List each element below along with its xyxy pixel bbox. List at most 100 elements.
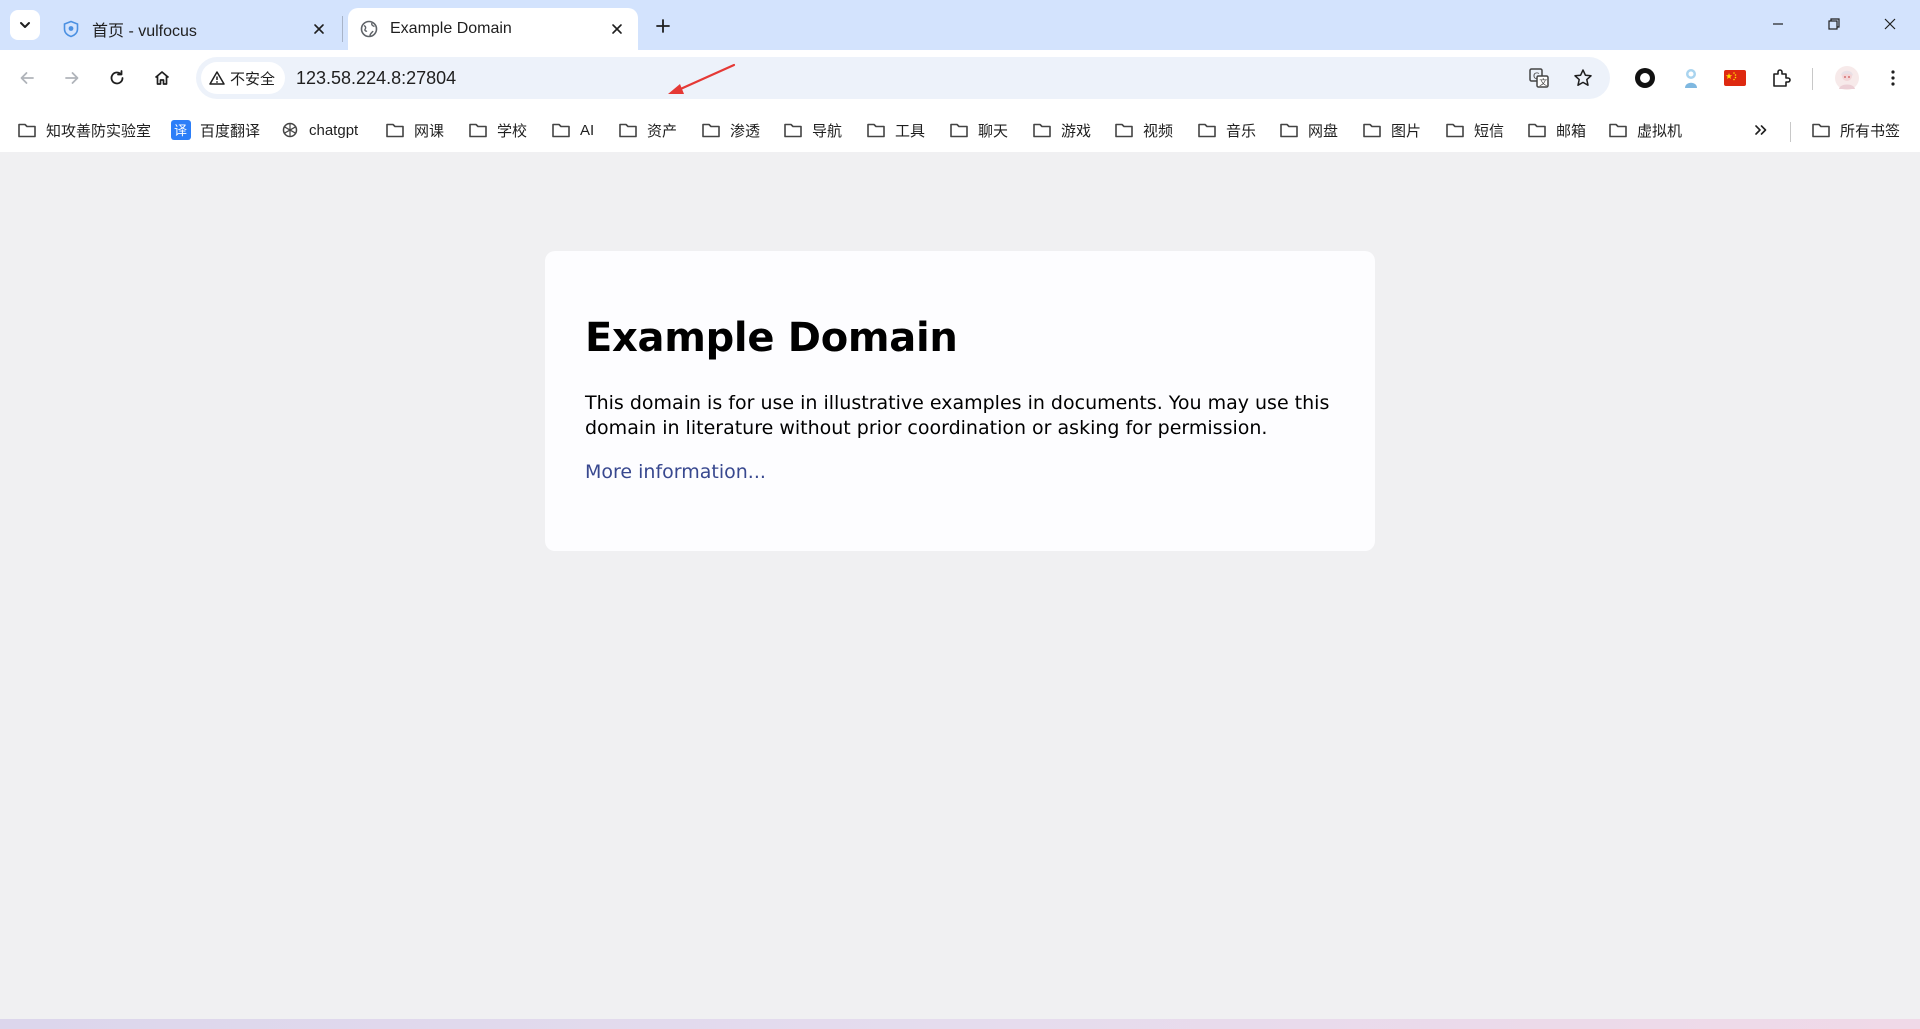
tab-vulfocus[interactable]: 首页 - vulfocus: [50, 8, 340, 50]
folder-icon: [1278, 119, 1300, 141]
close-window-button[interactable]: [1862, 0, 1918, 48]
warning-icon: [209, 71, 225, 85]
taskbar-edge: [0, 1019, 1920, 1029]
bookmark-label: AI: [580, 121, 595, 139]
bookmark-star-icon[interactable]: [1570, 65, 1596, 91]
bookmarks-bar: 知攻善防实验室 译 百度翻译 chatgpt 网课 学校 AI 资产 渗透 导航…: [0, 108, 1920, 152]
tab-title: 首页 - vulfocus: [92, 23, 197, 40]
bookmark-folder-wangke[interactable]: 网课: [384, 115, 444, 145]
bookmark-folder-shentou[interactable]: 渗透: [700, 115, 760, 145]
annotation-arrow-icon: [668, 63, 736, 94]
bookmark-baidu-translate[interactable]: 译 百度翻译: [170, 115, 260, 145]
folder-icon: [782, 119, 804, 141]
globe-icon: [360, 20, 378, 38]
folder-icon: [617, 119, 639, 141]
bookmark-label: 图片: [1391, 122, 1422, 140]
all-bookmarks-label: 所有书签: [1840, 122, 1901, 140]
folder-icon: [1607, 119, 1629, 141]
bookmark-label: 导航: [812, 122, 843, 140]
bookmark-folder-xuniji[interactable]: 虚拟机: [1607, 115, 1682, 145]
bookmark-label: chatgpt: [309, 121, 359, 139]
extension-character-icon[interactable]: [1676, 63, 1706, 93]
bookmark-folder-wangpan[interactable]: 网盘: [1278, 115, 1338, 145]
browser-toolbar: 不安全 123.58.224.8:27804 G文: [0, 50, 1920, 108]
restore-button[interactable]: [1806, 0, 1862, 48]
bookmark-folder-xuexiao[interactable]: 学校: [467, 115, 527, 145]
address-bar[interactable]: 不安全 123.58.224.8:27804 G文: [196, 57, 1610, 99]
bookmark-label: 学校: [497, 122, 528, 140]
home-button[interactable]: [145, 61, 179, 95]
bookmark-label: 知攻善防实验室: [46, 122, 152, 140]
page-viewport: Example Domain This domain is for use in…: [0, 152, 1920, 1019]
folder-icon: [550, 119, 572, 141]
bookmark-folder-duanxin[interactable]: 短信: [1444, 115, 1504, 145]
bookmark-folder-zichan[interactable]: 资产: [617, 115, 677, 145]
bookmark-folder-youxiang[interactable]: 邮箱: [1526, 115, 1586, 145]
content-card: Example Domain This domain is for use in…: [545, 251, 1375, 551]
reload-icon: [110, 70, 124, 85]
minimize-button[interactable]: [1750, 0, 1806, 48]
more-information-link[interactable]: More information...: [585, 461, 766, 483]
bookmark-chatgpt[interactable]: chatgpt: [279, 115, 358, 145]
bookmark-label: 视频: [1143, 122, 1174, 140]
bookmark-label: 短信: [1474, 122, 1505, 140]
folder-icon: [948, 119, 970, 141]
folder-icon: [1031, 119, 1053, 141]
forward-arrow-icon: [65, 72, 79, 84]
bookmark-folder-ai[interactable]: AI: [550, 115, 594, 145]
forward-button[interactable]: [55, 61, 89, 95]
folder-icon: [700, 119, 722, 141]
bookmark-folder-daohang[interactable]: 导航: [782, 115, 842, 145]
svg-text:文: 文: [1539, 77, 1547, 87]
double-chevron-right-icon: [1755, 125, 1767, 135]
close-tab-icon[interactable]: [306, 16, 332, 42]
reload-button[interactable]: [100, 61, 134, 95]
close-icon: [1884, 18, 1896, 30]
browser-menu-icon[interactable]: [1878, 63, 1908, 93]
folder-icon: [1113, 119, 1135, 141]
bookmark-folder-shipin[interactable]: 视频: [1113, 115, 1173, 145]
bookmark-label: 百度翻译: [200, 122, 261, 140]
bookmark-label: 资产: [647, 122, 678, 140]
back-button[interactable]: [10, 61, 44, 95]
new-tab-button[interactable]: [648, 11, 678, 41]
profile-avatar[interactable]: [1832, 63, 1862, 93]
translate-icon: 译: [170, 119, 192, 141]
folder-icon: [1196, 119, 1218, 141]
bookmark-folder-gongju[interactable]: 工具: [865, 115, 925, 145]
extension-circle-icon[interactable]: [1630, 63, 1660, 93]
extensions-puzzle-icon[interactable]: [1766, 63, 1796, 93]
translate-page-icon[interactable]: G文: [1526, 65, 1552, 91]
plus-icon: [656, 19, 670, 33]
bookmark-label: 音乐: [1226, 122, 1257, 140]
url-text[interactable]: 123.58.224.8:27804: [296, 57, 456, 99]
page-heading: Example Domain: [585, 315, 958, 361]
bookmark-label: 工具: [895, 122, 926, 140]
bookmark-folder-youxi[interactable]: 游戏: [1031, 115, 1091, 145]
tab-search-button[interactable]: [10, 10, 40, 40]
folder-icon: [865, 119, 887, 141]
all-bookmarks-button[interactable]: 所有书签: [1810, 115, 1900, 145]
bookmark-folder-yinyue[interactable]: 音乐: [1196, 115, 1256, 145]
tab-title: Example Domain: [390, 20, 512, 37]
tab-divider: [342, 16, 343, 42]
china-flag-icon[interactable]: [1720, 63, 1750, 93]
back-arrow-icon: [20, 72, 34, 84]
tab-strip: 首页 - vulfocus Example Domain: [0, 0, 1920, 50]
folder-icon: [384, 119, 406, 141]
bookmark-folder-zhigong[interactable]: 知攻善防实验室: [16, 115, 151, 145]
folder-icon: [1526, 119, 1548, 141]
bookmark-label: 渗透: [730, 122, 761, 140]
toolbar-divider: [1812, 68, 1813, 90]
site-security-chip[interactable]: 不安全: [201, 62, 286, 94]
home-icon: [154, 71, 170, 85]
shield-icon: [62, 20, 80, 38]
bookmark-folder-liaotian[interactable]: 聊天: [948, 115, 1008, 145]
bookmark-folder-tupian[interactable]: 图片: [1361, 115, 1421, 145]
tab-example-domain[interactable]: Example Domain: [348, 8, 638, 50]
bookmark-label: 网盘: [1308, 122, 1339, 140]
bookmarks-overflow-button[interactable]: [1752, 115, 1770, 145]
chevron-down-icon: [20, 22, 30, 28]
folder-icon: [16, 119, 38, 141]
close-tab-icon[interactable]: [604, 16, 630, 42]
